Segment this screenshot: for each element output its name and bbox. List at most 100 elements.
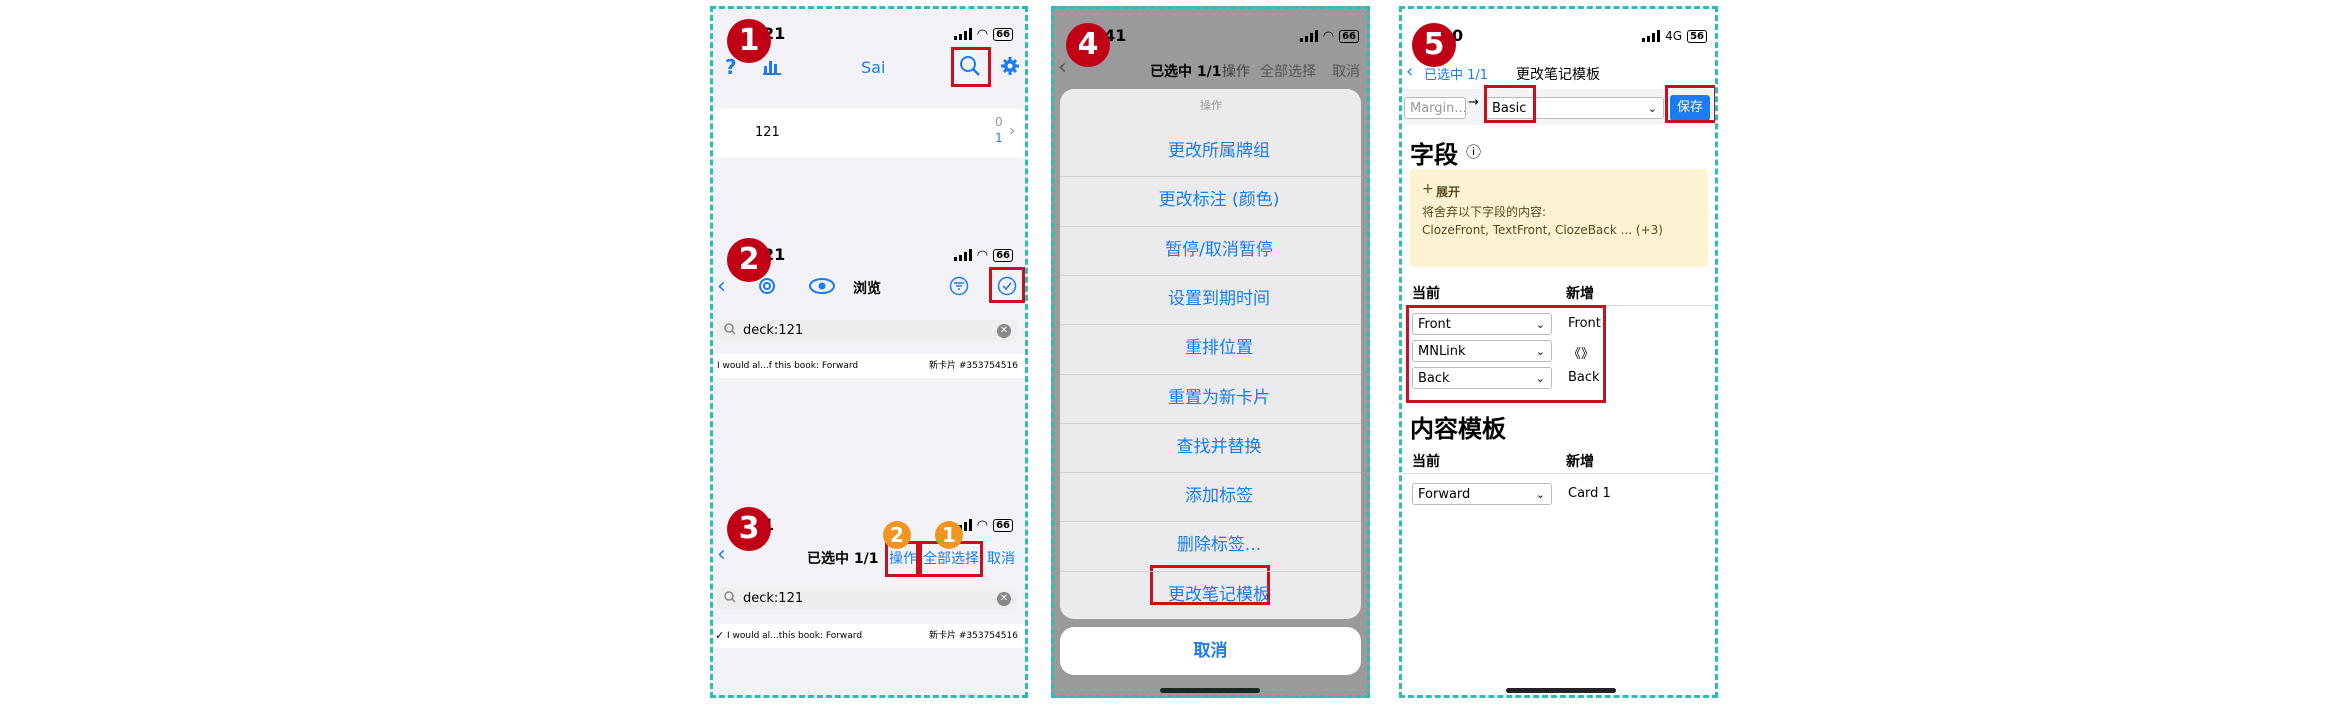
cancel-sheet-label: 取消 (1193, 641, 1228, 661)
back-icon[interactable]: ‹ (717, 274, 726, 299)
chevron-down-icon: ⌄ (1535, 345, 1545, 358)
step-badge-4: 4 (1066, 23, 1110, 67)
action-item[interactable]: 查找并替换 (1069, 423, 1367, 471)
search-query: deck:121 (743, 591, 804, 606)
action-item[interactable]: 重置为新卡片 (1069, 374, 1367, 422)
wifi-icon: ◠ (976, 517, 989, 533)
card-row[interactable]: I would al...f this book: Forward 新卡片 #3… (713, 354, 1025, 378)
field-current-select[interactable]: Back ⌄ (1412, 367, 1552, 389)
action-item[interactable]: 更改所属牌组 (1069, 127, 1367, 175)
chevron-down-icon: ⌄ (1647, 102, 1657, 115)
signal-icon (953, 28, 972, 40)
from-placeholder: Margin... (1410, 101, 1467, 116)
select-all-button[interactable]: 全部选择 (1260, 61, 1316, 81)
status-icons: ◠ 66 (953, 240, 1013, 270)
filter-icon[interactable] (949, 276, 969, 300)
search-field[interactable]: deck:121 ✕ (717, 320, 1017, 342)
panel-step-4: 41 ◠ 66 ‹ 已选中 1/1 操作 全部选择 取消 4 操作 取消 更改所… (1051, 6, 1370, 698)
chevron-down-icon: ⌄ (1535, 318, 1545, 331)
arrow-icon: → (1468, 95, 1479, 110)
ops-button[interactable]: 操作 (1222, 61, 1250, 81)
deck-due-count: 1 (995, 131, 1003, 145)
from-template-select[interactable]: Margin... (1404, 97, 1467, 119)
battery-icon: 56 (1687, 29, 1707, 43)
settings-icon[interactable] (757, 276, 777, 300)
back-icon[interactable]: ‹ (717, 542, 726, 567)
card-text: I would al...f this book: Forward (717, 361, 859, 371)
action-divider (1060, 422, 1361, 424)
battery-icon: 66 (993, 27, 1013, 41)
action-divider (1060, 521, 1361, 523)
field-new-value: Back (1568, 370, 1600, 385)
field-new-value: Front (1568, 316, 1601, 331)
wifi-icon: ◠ (976, 26, 989, 42)
action-divider (1060, 373, 1361, 375)
status-icons: 4G 56 (1642, 21, 1707, 51)
browse-title: 浏览 (853, 281, 881, 297)
field-current-select[interactable]: MNLink ⌄ (1412, 340, 1552, 362)
action-divider (1060, 274, 1361, 276)
fields-title: 字段 (1410, 141, 1458, 169)
action-item[interactable]: 删除标签... (1069, 521, 1367, 569)
plus-icon[interactable]: + (1422, 181, 1434, 197)
deck-row[interactable]: 121 0 1 › (713, 109, 1025, 157)
step-badge-1: 1 (727, 19, 771, 63)
info-icon[interactable]: ⓘ (1466, 141, 1481, 162)
network-label: 4G (1665, 29, 1683, 43)
field-new-value: 《》 (1568, 347, 1595, 362)
search-icon (724, 589, 736, 611)
card-meta: 新卡片 #353754516 (929, 361, 1018, 371)
template-new-value: Card 1 (1568, 486, 1611, 501)
back-icon[interactable]: ‹ (1058, 55, 1067, 80)
template-current-select[interactable]: Forward ⌄ (1412, 483, 1552, 505)
step-badge-2: 2 (727, 238, 771, 282)
action-item[interactable]: 暂停/取消暂停 (1069, 226, 1367, 274)
profile-title[interactable]: Sai (861, 58, 885, 77)
highlight-search (951, 47, 991, 87)
wifi-icon: ◠ (1322, 28, 1335, 44)
search-query: deck:121 (743, 323, 804, 338)
expand-link[interactable]: 展开 (1436, 183, 1460, 200)
deck-new-count: 0 (995, 115, 1003, 129)
cancel-button[interactable]: 取消 (987, 548, 1015, 568)
cancel-sheet-button[interactable]: 取消 (1060, 627, 1361, 675)
cancel-button[interactable]: 取消 (1332, 61, 1360, 81)
action-item[interactable]: 重排位置 (1069, 324, 1367, 372)
action-divider (1060, 570, 1361, 572)
fields-col-new: 新增 (1566, 286, 1594, 302)
template-current-value: Forward (1418, 487, 1471, 502)
search-field[interactable]: deck:121 ✕ (717, 588, 1017, 610)
card-row[interactable]: ✓ I would al...this book: Forward 新卡片 #3… (713, 624, 1025, 648)
chevron-down-icon: ⌄ (1535, 372, 1545, 385)
home-indicator (1160, 688, 1260, 693)
step-badge-5: 5 (1412, 23, 1456, 67)
search-icon (724, 321, 736, 343)
selected-count: 已选中 1/1 (1150, 64, 1222, 80)
page-title: 更改笔记模板 (1516, 67, 1600, 83)
action-item[interactable]: 更改标注 (颜色) (1069, 176, 1367, 224)
status-icons: ◠ 66 (953, 19, 1013, 49)
signal-icon (953, 249, 972, 261)
sheet-title: 操作 (1200, 99, 1222, 112)
highlight-save (1665, 85, 1715, 123)
notice-box: + 展开 将舍弃以下字段的内容: ClozeFront, TextFront, … (1410, 169, 1708, 267)
action-item[interactable]: 添加标签 (1069, 472, 1367, 520)
battery-icon: 66 (993, 248, 1013, 262)
action-item[interactable]: 更改笔记模板 (1069, 571, 1367, 619)
eye-icon[interactable] (809, 278, 835, 298)
gear-icon[interactable] (1001, 57, 1019, 79)
home-indicator (1506, 688, 1616, 693)
action-item[interactable]: 设置到期时间 (1069, 275, 1367, 323)
card-meta: 新卡片 #353754516 (929, 631, 1018, 641)
clear-icon[interactable]: ✕ (997, 592, 1011, 606)
notice-fields: ClozeFront, TextFront, ClozeBack ... (+3… (1422, 223, 1663, 237)
back-icon[interactable]: ‹ (1406, 61, 1413, 82)
checkmark-icon: ✓ (715, 629, 725, 642)
field-current-select[interactable]: Front ⌄ (1412, 313, 1552, 335)
card-text: I would al...this book: Forward (727, 631, 863, 641)
clear-icon[interactable]: ✕ (997, 324, 1011, 338)
stats-icon[interactable] (763, 59, 781, 79)
highlight-template (1484, 85, 1536, 123)
battery-icon: 66 (1339, 29, 1359, 43)
templates-col-new: 新增 (1566, 454, 1594, 470)
